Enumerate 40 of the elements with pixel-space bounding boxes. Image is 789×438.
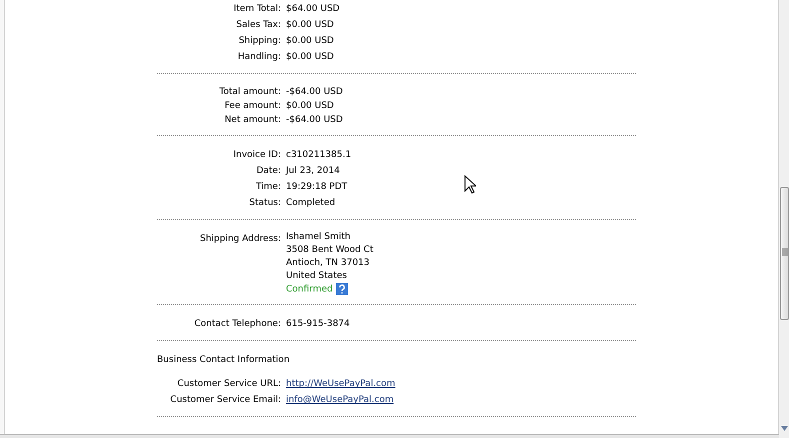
link[interactable]: http://WeUsePayPal.com: [286, 376, 396, 392]
field-label: Customer Service URL:: [177, 378, 281, 392]
field-label: Time:: [256, 181, 281, 194]
field-label: Item Total:: [234, 3, 281, 16]
field-value: $0.00 USD: [286, 19, 334, 32]
field-label: Handling:: [238, 51, 281, 64]
link[interactable]: info@WeUsePayPal.com: [286, 392, 394, 408]
field-value: Jul 23, 2014: [286, 165, 340, 178]
field-value: -$64.00 USD: [286, 114, 343, 127]
field-value: $64.00 USD: [286, 3, 340, 16]
confirmed-status: Confirmed: [286, 284, 333, 294]
scroll-down-icon[interactable]: [781, 426, 788, 431]
field-value: c310211385.1: [286, 149, 352, 162]
field-label: Date:: [256, 165, 281, 178]
field-value: $0.00 USD: [286, 51, 334, 64]
section-heading: Business Contact Information: [157, 354, 291, 368]
field-label: Shipping:: [238, 35, 281, 48]
field-label: Fee amount:: [224, 100, 281, 113]
field-label: Status:: [249, 197, 281, 210]
cursor-icon: [464, 175, 476, 194]
help-icon[interactable]: [336, 283, 348, 295]
field-value: 19:29:18 PDT: [286, 181, 348, 194]
field-label: Total amount:: [219, 86, 281, 99]
field-value: -$64.00 USD: [286, 86, 343, 99]
scroll-thumb[interactable]: [780, 187, 789, 320]
address-line: United States: [286, 270, 347, 283]
field-value: 615-915-3874: [286, 318, 350, 332]
address-line: 3508 Bent Wood Ct: [286, 244, 374, 257]
field-value: $0.00 USD: [286, 35, 334, 48]
address-line: Antioch, TN 37013: [286, 257, 370, 270]
field-label: Customer Service Email:: [170, 394, 281, 408]
grip-icon: [782, 248, 788, 256]
field-label: Shipping Address:: [200, 233, 281, 246]
field-value: Completed: [286, 197, 336, 210]
field-label: Sales Tax:: [236, 19, 281, 32]
address-line: Ishamel Smith: [286, 231, 350, 244]
field-label: Net amount:: [224, 114, 281, 127]
field-label: Contact Telephone:: [194, 318, 281, 332]
field-value: $0.00 USD: [286, 100, 334, 113]
field-label: Invoice ID:: [233, 149, 281, 162]
